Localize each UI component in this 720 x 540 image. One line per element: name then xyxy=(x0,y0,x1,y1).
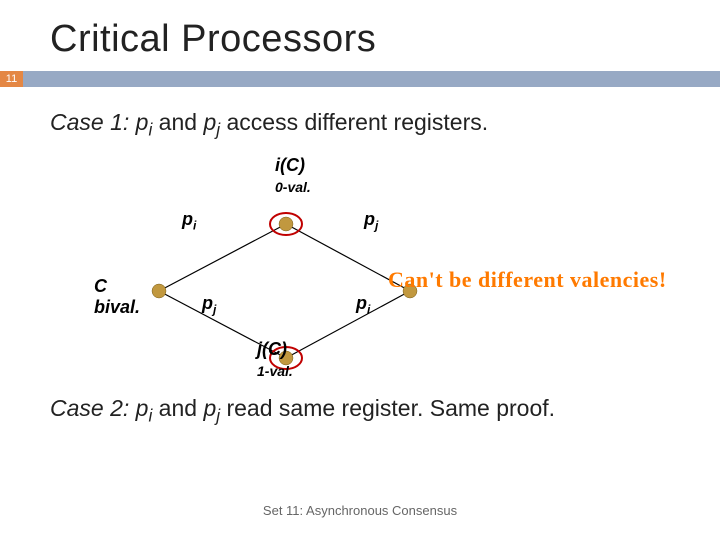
case2-tail: read same register. Same proof. xyxy=(220,395,555,421)
accent-bar-row: 11 xyxy=(0,71,720,87)
content-area: Case 1: pi and pj access different regis… xyxy=(0,87,720,426)
pi2-sub: i xyxy=(367,302,370,316)
top-node-label: i(C) 0-val. xyxy=(275,155,311,197)
top-node-line1: i(C) xyxy=(275,155,305,175)
case2-pj: p xyxy=(203,395,216,421)
pj2-p: p xyxy=(202,293,213,313)
pi-sub: i xyxy=(193,218,196,232)
page-number: 11 xyxy=(0,71,23,87)
footer-text: Set 11: Asynchronous Consensus xyxy=(0,503,720,518)
case1-prefix: Case 1: xyxy=(50,109,136,135)
case1-tail: access different registers. xyxy=(220,109,488,135)
bot-line2: 1-val. xyxy=(257,363,293,379)
edge-pj-label: pj xyxy=(364,209,378,233)
c-line2: bival. xyxy=(94,297,140,318)
diagram: i(C) 0-val. pi pj C bival. pj pi j(C) xyxy=(50,151,670,391)
pj-sub: j xyxy=(375,218,378,232)
case1-text: Case 1: pi and pj access different regis… xyxy=(50,109,670,141)
slide-title: Critical Processors xyxy=(0,0,720,61)
case2-pi: p xyxy=(136,395,149,421)
accent-bar xyxy=(23,71,720,87)
edge-pi2-label: pi xyxy=(356,293,370,317)
case2-text: Case 2: pi and pj read same register. Sa… xyxy=(50,395,670,427)
bottom-node-label: j(C) 1-val. xyxy=(257,339,293,381)
c-line1: C xyxy=(94,276,107,296)
case2-prefix: Case 2: xyxy=(50,395,136,421)
callout-text: Can't be different valencies! xyxy=(388,267,667,293)
case1-pi: p xyxy=(136,109,149,135)
top-node-line2: 0-val. xyxy=(275,179,311,195)
case2-mid: and xyxy=(152,395,203,421)
edge-pj2-label: pj xyxy=(202,293,216,317)
case1-pj: p xyxy=(203,109,216,135)
slide: Critical Processors 11 Case 1: pi and pj… xyxy=(0,0,720,540)
pi-p: p xyxy=(182,209,193,229)
pj-p: p xyxy=(364,209,375,229)
left-node-label: C bival. xyxy=(94,276,140,318)
case1-mid: and xyxy=(152,109,203,135)
edge-pi-label: pi xyxy=(182,209,196,233)
pi2-p: p xyxy=(356,293,367,313)
pj2-sub: j xyxy=(213,302,216,316)
bot-line1: j(C) xyxy=(257,339,287,359)
